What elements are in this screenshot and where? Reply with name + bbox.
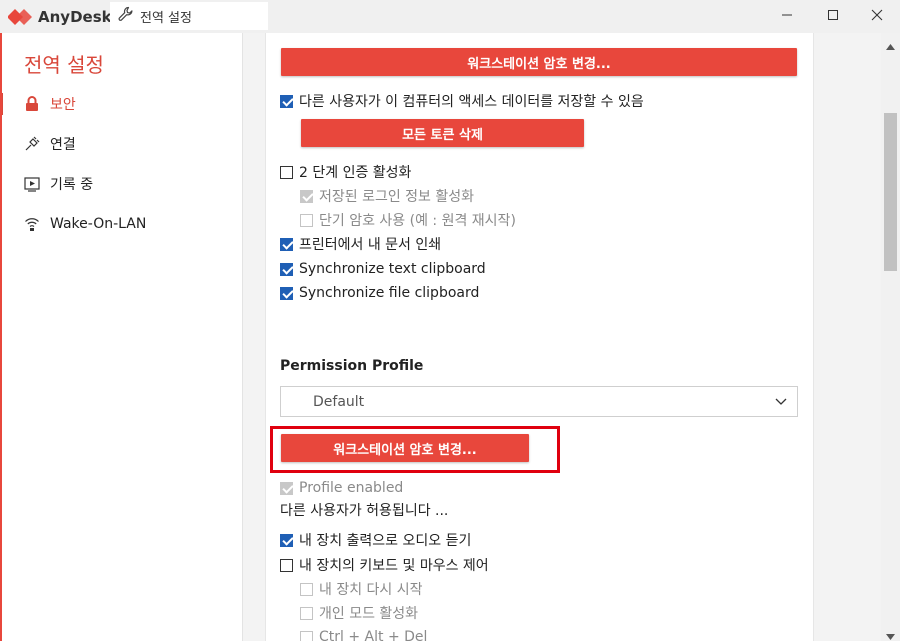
control-input-option[interactable]: 내 장치의 키보드 및 마우스 제어 bbox=[280, 555, 489, 575]
scroll-down-icon[interactable] bbox=[885, 629, 896, 641]
sidebar-item-wake-on-lan[interactable]: Wake-On-LAN bbox=[0, 209, 243, 239]
option-label: 내 장치 다시 시작 bbox=[319, 582, 423, 598]
wifi-icon bbox=[24, 216, 40, 232]
option-label: Synchronize text clipboard bbox=[299, 261, 486, 277]
minimize-button[interactable] bbox=[764, 0, 810, 33]
maximize-button[interactable] bbox=[810, 0, 856, 33]
permission-profile-select[interactable]: Default bbox=[280, 386, 798, 417]
option-label: Ctrl + Alt + Del bbox=[319, 629, 428, 641]
checkbox[interactable] bbox=[280, 237, 293, 251]
print-documents-option[interactable]: 프린터에서 내 문서 인쇄 bbox=[280, 234, 441, 254]
option-label: 저장된 로그인 정보 활성화 bbox=[319, 189, 475, 205]
wrench-icon bbox=[118, 6, 134, 26]
anydesk-window: AnyDesk 전역 설정 전역 설정 보안 연결 기록 중 Wake-On-L… bbox=[0, 0, 900, 641]
sync-file-clipboard-option[interactable]: Synchronize file clipboard bbox=[280, 283, 479, 303]
checkbox[interactable] bbox=[280, 533, 293, 547]
sidebar-item-label: Wake-On-LAN bbox=[50, 216, 147, 232]
option-label: Synchronize file clipboard bbox=[299, 285, 480, 301]
sidebar-item-connection[interactable]: 연결 bbox=[0, 129, 243, 159]
profile-enabled-option: Profile enabled bbox=[280, 478, 403, 498]
option-label: 2 단계 인증 활성화 bbox=[299, 165, 412, 181]
chevron-down-icon bbox=[775, 395, 787, 411]
sidebar-title: 전역 설정 bbox=[24, 53, 104, 77]
checkbox bbox=[300, 606, 313, 620]
checkbox bbox=[300, 630, 313, 641]
option-label: 개인 모드 활성화 bbox=[319, 606, 419, 622]
maximize-icon bbox=[827, 9, 839, 25]
title-bar: AnyDesk 전역 설정 bbox=[0, 0, 900, 33]
option-label: 단기 암호 사용 (예 : 원격 재시작) bbox=[319, 213, 516, 229]
short-password-option: 단기 암호 사용 (예 : 원격 재시작) bbox=[300, 210, 516, 230]
allow-access-data-option[interactable]: 다른 사용자가 이 컴퓨터의 액세스 데이터를 저장할 수 있음 bbox=[280, 91, 644, 111]
minimize-icon bbox=[781, 9, 793, 25]
record-icon bbox=[24, 176, 40, 192]
sync-text-clipboard-option[interactable]: Synchronize text clipboard bbox=[280, 259, 486, 279]
checkbox[interactable] bbox=[280, 558, 293, 572]
change-password-button-top[interactable]: 워크스테이션 암호 변경... bbox=[281, 48, 797, 76]
ctrl-alt-del-option: Ctrl + Alt + Del bbox=[300, 627, 427, 641]
others-allowed-text: 다른 사용자가 허용됩니다 ... bbox=[280, 500, 448, 520]
select-value: Default bbox=[313, 393, 365, 410]
lock-icon bbox=[24, 96, 40, 112]
two-factor-option[interactable]: 2 단계 인증 활성화 bbox=[280, 162, 411, 182]
sidebar-item-recording[interactable]: 기록 중 bbox=[0, 169, 243, 199]
close-icon bbox=[871, 9, 883, 25]
hear-audio-option[interactable]: 내 장치 출력으로 오디오 듣기 bbox=[280, 530, 471, 550]
permission-profile-title: Permission Profile bbox=[280, 358, 424, 374]
scroll-thumb[interactable] bbox=[884, 113, 897, 271]
checkbox[interactable] bbox=[280, 94, 293, 108]
tab-global-settings[interactable]: 전역 설정 bbox=[110, 2, 268, 30]
restart-device-option: 내 장치 다시 시작 bbox=[300, 579, 423, 599]
close-button[interactable] bbox=[854, 0, 900, 33]
sidebar-item-label: 기록 중 bbox=[50, 177, 94, 193]
checkbox[interactable] bbox=[280, 262, 293, 276]
app-brand: AnyDesk bbox=[7, 6, 112, 28]
anydesk-logo-icon bbox=[7, 7, 32, 27]
option-label: 내 장치의 키보드 및 마우스 제어 bbox=[299, 558, 489, 574]
highlight-box bbox=[270, 426, 560, 473]
checkbox[interactable] bbox=[280, 165, 293, 179]
checkbox bbox=[300, 213, 313, 227]
option-label: 프린터에서 내 문서 인쇄 bbox=[299, 237, 442, 253]
checkbox[interactable] bbox=[280, 286, 293, 300]
app-name: AnyDesk bbox=[38, 8, 112, 26]
checkbox bbox=[280, 481, 293, 495]
vertical-scrollbar[interactable] bbox=[881, 33, 900, 641]
delete-all-tokens-button[interactable]: 모든 토큰 삭제 bbox=[301, 119, 584, 147]
checkbox bbox=[300, 189, 313, 203]
info-text: 다른 사용자가 허용됩니다 ... bbox=[280, 503, 449, 519]
scroll-up-icon[interactable] bbox=[885, 39, 896, 55]
sidebar-item-label: 보안 bbox=[50, 97, 76, 113]
plug-icon bbox=[24, 136, 40, 152]
window-edge bbox=[0, 33, 2, 641]
sidebar: 전역 설정 보안 연결 기록 중 Wake-On-LAN bbox=[0, 33, 243, 641]
sidebar-item-label: 연결 bbox=[50, 137, 76, 153]
checkbox bbox=[300, 582, 313, 596]
privacy-mode-option: 개인 모드 활성화 bbox=[300, 603, 418, 623]
tab-label: 전역 설정 bbox=[140, 10, 192, 26]
option-label: Profile enabled bbox=[299, 480, 404, 496]
sidebar-item-security[interactable]: 보안 bbox=[0, 89, 243, 119]
saved-login-option: 저장된 로그인 정보 활성화 bbox=[300, 186, 474, 206]
option-label: 내 장치 출력으로 오디오 듣기 bbox=[299, 533, 472, 549]
option-label: 다른 사용자가 이 컴퓨터의 액세스 데이터를 저장할 수 있음 bbox=[299, 94, 644, 110]
